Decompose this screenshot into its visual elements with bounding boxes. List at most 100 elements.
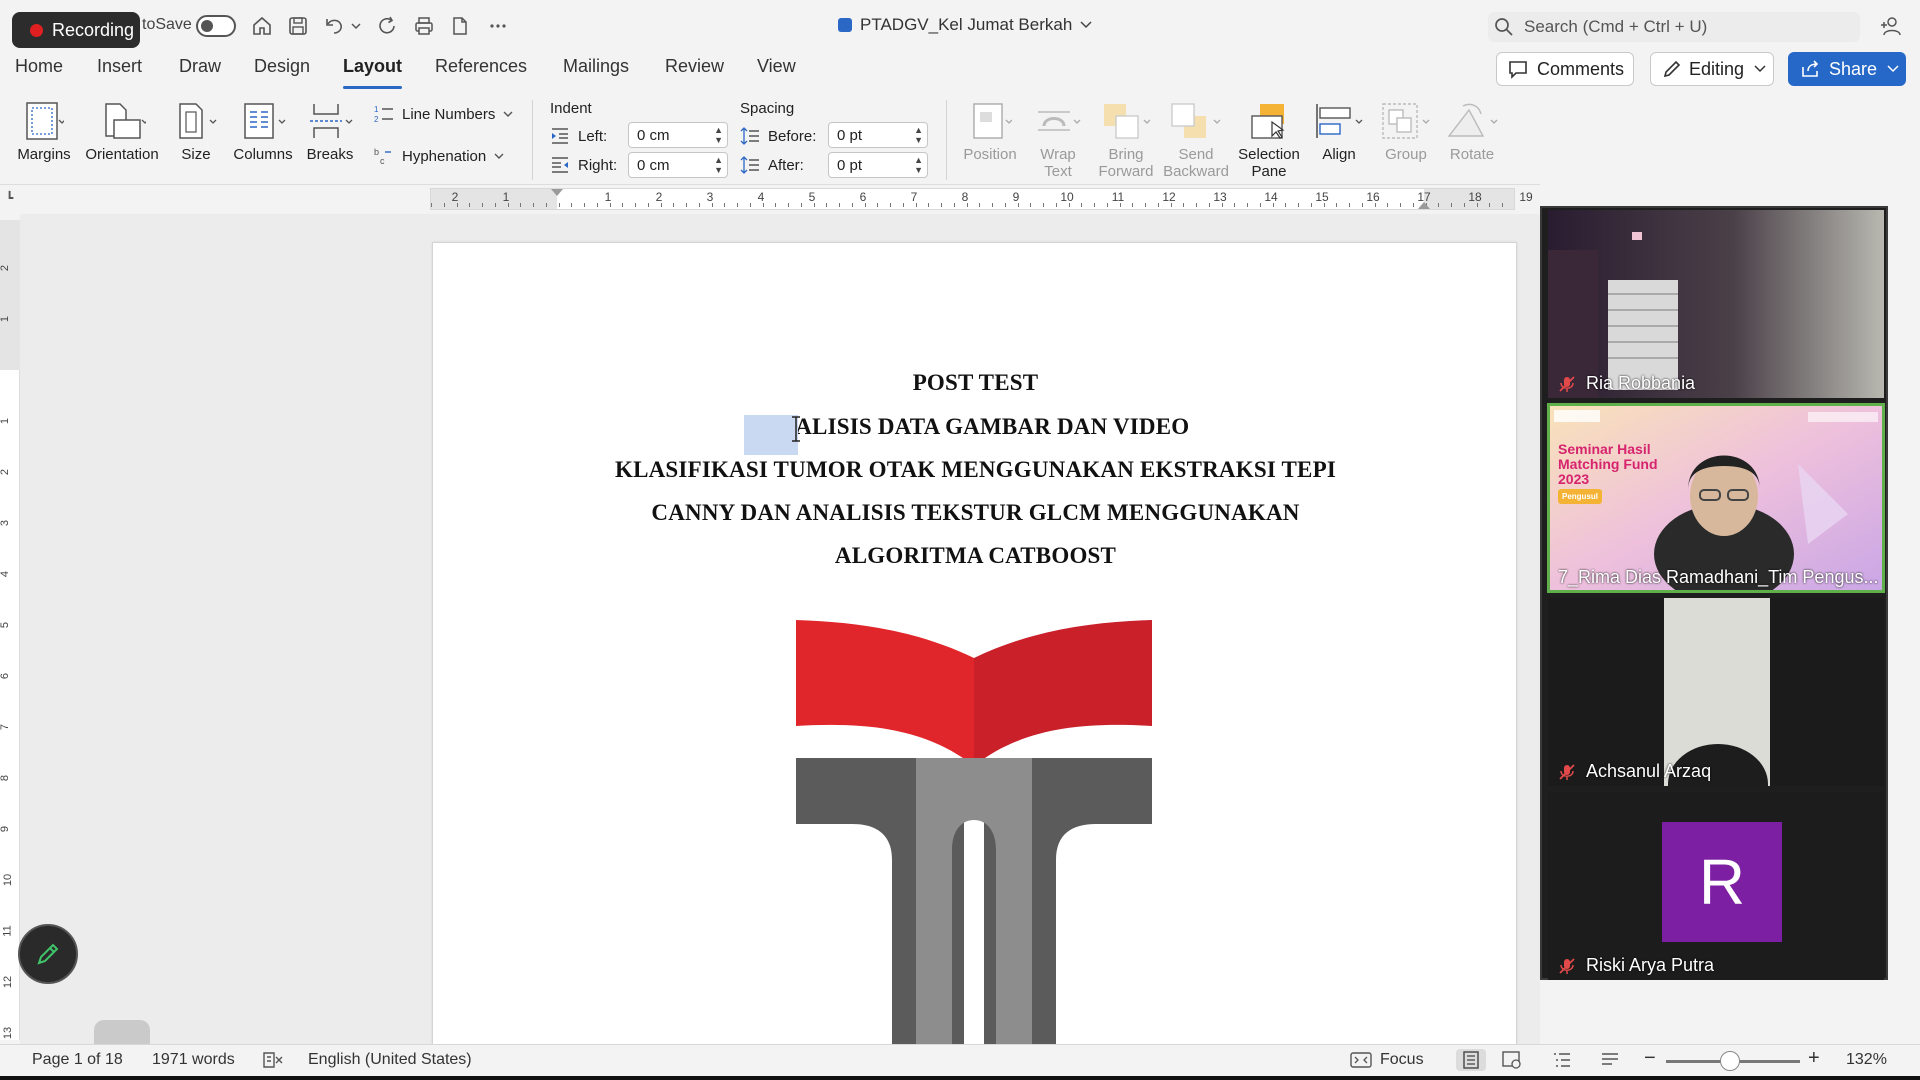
wrap-text-button[interactable]: Wrap Text — [1030, 96, 1086, 180]
undo-dropdown-icon[interactable] — [348, 12, 364, 40]
hyphenation-button[interactable]: bc Hyphenation — [374, 146, 504, 166]
new-document-icon[interactable] — [446, 12, 474, 40]
print-layout-icon[interactable] — [1456, 1049, 1486, 1071]
proofing-icon[interactable] — [262, 1051, 284, 1069]
undo-icon[interactable] — [320, 12, 348, 40]
spacing-before-input[interactable]: 0 pt ▲ ▼ — [828, 122, 928, 148]
outline-view-icon[interactable] — [1552, 1051, 1572, 1069]
doc-line-post-test: POST TEST — [912, 370, 1039, 395]
stepper-icon[interactable]: ▲ ▼ — [914, 155, 923, 175]
stepper-icon[interactable]: ▲ ▼ — [714, 125, 723, 145]
search-box[interactable]: Search (Cmd + Ctrl + U) — [1488, 12, 1860, 42]
tab-layout[interactable]: Layout — [343, 56, 403, 89]
ribbon-separator — [946, 100, 947, 180]
indent-right-input[interactable]: 0 cm ▲ ▼ — [628, 152, 728, 178]
participant-name-1: Ria Robbania — [1558, 373, 1695, 394]
annotate-pen-button[interactable] — [18, 924, 78, 984]
focus-icon[interactable] — [1350, 1051, 1372, 1069]
web-layout-icon[interactable] — [1502, 1051, 1522, 1069]
tab-review[interactable]: Review — [665, 56, 724, 77]
document-title[interactable]: PTADGV_Kel Jumat Berkah — [838, 15, 1092, 35]
indent-left-input[interactable]: 0 cm ▲ ▼ — [628, 122, 728, 148]
language-indicator[interactable]: English (United States) — [308, 1051, 472, 1069]
ruler-number: 5 — [0, 621, 12, 629]
stepper-icon[interactable]: ▲ ▼ — [914, 125, 923, 145]
selection-pane-label-2: Pane — [1251, 163, 1287, 180]
participant-tile-4[interactable]: R Riski Arya Putra — [1548, 792, 1884, 980]
columns-button[interactable]: Columns — [232, 96, 294, 163]
group-label: Group — [1385, 146, 1427, 163]
layout-ribbon: Margins Orientation Size Columns Breaks … — [0, 92, 1920, 184]
vertical-ruler[interactable]: 2 1 1 2 3 4 5 6 7 8 9 10 11 12 13 — [0, 220, 20, 1040]
tab-home[interactable]: Home — [15, 56, 63, 77]
margins-button[interactable]: Margins — [14, 96, 74, 163]
ruler-number: 2 — [0, 468, 12, 476]
ruler-tick — [533, 203, 534, 207]
ruler-tick — [749, 203, 751, 207]
first-line-indent-marker[interactable] — [551, 189, 563, 196]
group-button[interactable]: Group — [1378, 96, 1434, 163]
participant-tile-1[interactable]: Ria Robbania — [1548, 210, 1884, 398]
text-cursor-icon — [792, 416, 800, 442]
position-button[interactable]: Position — [960, 96, 1020, 163]
size-button[interactable]: Size — [170, 96, 222, 163]
zoom-in-button[interactable]: + — [1808, 1047, 1820, 1070]
more-icon[interactable] — [484, 12, 512, 40]
tab-draw[interactable]: Draw — [179, 56, 221, 77]
indent-right-label: Right: — [550, 156, 617, 174]
bring-forward-button[interactable]: Bring Forward — [1096, 96, 1156, 180]
participant-video-1 — [1548, 210, 1884, 398]
share-icon — [1802, 60, 1819, 77]
tab-references[interactable]: References — [435, 56, 527, 77]
send-backward-button[interactable]: Send Backward — [1163, 96, 1229, 180]
print-icon[interactable] — [410, 12, 438, 40]
autosave-toggle[interactable] — [196, 15, 236, 37]
zoom-level[interactable]: 132% — [1846, 1051, 1887, 1069]
ruler-tick — [1298, 203, 1299, 207]
comments-button[interactable]: Comments — [1496, 52, 1634, 86]
share-button[interactable]: Share — [1788, 52, 1906, 86]
ruler-tick — [596, 203, 598, 207]
columns-icon — [244, 103, 286, 139]
ruler-tick — [1438, 203, 1440, 207]
ruler-tick — [1030, 203, 1032, 207]
tab-insert[interactable]: Insert — [97, 56, 142, 77]
line-numbers-button[interactable]: 12 Line Numbers — [374, 104, 513, 124]
spacing-after-text: After: — [768, 156, 804, 174]
tab-view[interactable]: View — [757, 56, 796, 77]
align-label: Align — [1322, 146, 1356, 163]
page-count[interactable]: Page 1 of 18 — [32, 1051, 123, 1069]
editing-button[interactable]: Editing — [1650, 52, 1774, 86]
home-icon[interactable] — [248, 12, 276, 40]
ruler-tick — [1451, 203, 1452, 207]
tab-design[interactable]: Design — [254, 56, 310, 77]
zoom-out-button[interactable]: − — [1644, 1047, 1656, 1070]
selection-pane-button[interactable]: Selection Pane — [1236, 96, 1302, 180]
orientation-button[interactable]: Orientation — [82, 96, 162, 163]
horizontal-ruler[interactable]: 2 1 1 2 3 4 5 6 7 8 9 10 11 12 13 14 15 16 17 18 19 — [430, 188, 1533, 210]
tab-mailings[interactable]: Mailings — [563, 56, 629, 77]
editing-label: Editing — [1689, 58, 1745, 79]
zoom-slider-thumb[interactable] — [1720, 1051, 1741, 1071]
breaks-button[interactable]: Breaks — [300, 96, 360, 163]
rotate-button[interactable]: Rotate — [1442, 96, 1502, 163]
participant-tile-3[interactable]: Achsanul Arzaq — [1548, 598, 1884, 786]
recording-indicator[interactable]: Recording — [12, 12, 140, 48]
spacing-after-value: 0 pt — [837, 156, 863, 174]
ruler-tick — [839, 203, 840, 207]
save-icon[interactable] — [284, 12, 312, 40]
right-indent-marker[interactable] — [1418, 202, 1430, 209]
draft-view-icon[interactable] — [1600, 1051, 1620, 1069]
stepper-icon[interactable]: ▲ ▼ — [714, 155, 723, 175]
ruler-tick — [1285, 203, 1287, 207]
participant-tile-2[interactable]: Seminar Hasil Matching Fund 2023 Pengusu… — [1547, 403, 1885, 593]
ruler-number: 1 — [0, 315, 12, 323]
word-count[interactable]: 1971 words — [152, 1051, 235, 1069]
redo-icon[interactable] — [374, 12, 402, 40]
align-button[interactable]: Align — [1308, 96, 1370, 163]
tab-stop-icon[interactable]: ┗ — [6, 191, 13, 205]
ruler-number: 3 — [0, 519, 12, 527]
focus-mode-label[interactable]: Focus — [1380, 1051, 1424, 1069]
share-people-icon[interactable] — [1876, 12, 1904, 40]
spacing-after-input[interactable]: 0 pt ▲ ▼ — [828, 152, 928, 178]
